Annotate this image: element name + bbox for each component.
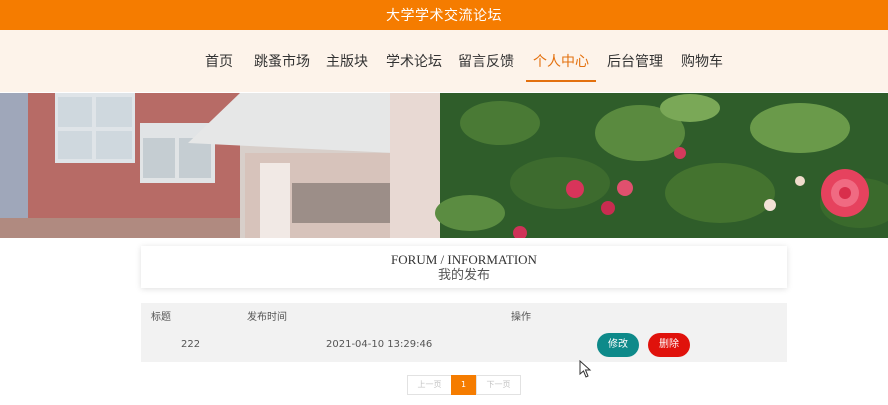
- pagination-page-current[interactable]: 1: [451, 375, 476, 395]
- banner-image: [0, 93, 888, 238]
- banner-photo: [0, 93, 888, 238]
- pagination-next-button[interactable]: 下一页: [476, 375, 521, 395]
- main-nav: 首页 跳蚤市场 主版块 学术论坛 留言反馈 个人中心 后台管理 购物车: [0, 30, 888, 92]
- row-title: 222: [181, 339, 201, 350]
- nav-item-feedback[interactable]: 留言反馈: [458, 52, 514, 72]
- nav-item-cart[interactable]: 购物车: [681, 52, 723, 72]
- nav-item-home[interactable]: 首页: [205, 52, 233, 72]
- nav-item-main-board[interactable]: 主版块: [326, 52, 368, 72]
- section-title-cn: 我的发布: [437, 267, 490, 282]
- row-time: 2021-04-10 13:29:46: [326, 339, 433, 350]
- nav-item-personal-center[interactable]: 个人中心: [526, 52, 596, 82]
- nav-item-academic-forum[interactable]: 学术论坛: [386, 52, 442, 72]
- column-header-actions: 操作: [511, 312, 531, 323]
- edit-button[interactable]: 修改: [597, 333, 639, 357]
- delete-button[interactable]: 删除: [648, 333, 690, 357]
- column-header-title: 标题: [151, 312, 171, 323]
- nav-item-flea-market[interactable]: 跳蚤市场: [254, 52, 310, 72]
- column-header-time: 发布时间: [247, 312, 287, 323]
- section-title-en: FORUM / INFORMATION: [391, 252, 537, 267]
- mouse-cursor-icon: [579, 360, 592, 378]
- pagination-prev-button[interactable]: 上一页: [407, 375, 452, 395]
- site-title: 大学学术交流论坛: [386, 8, 502, 24]
- top-header-bar: 大学学术交流论坛: [0, 0, 888, 30]
- section-title-card: FORUM / INFORMATION 我的发布: [141, 246, 787, 288]
- nav-item-admin[interactable]: 后台管理: [607, 52, 663, 72]
- posts-table: 标题 发布时间 操作 222 2021-04-10 13:29:46 修改 删除: [141, 303, 787, 362]
